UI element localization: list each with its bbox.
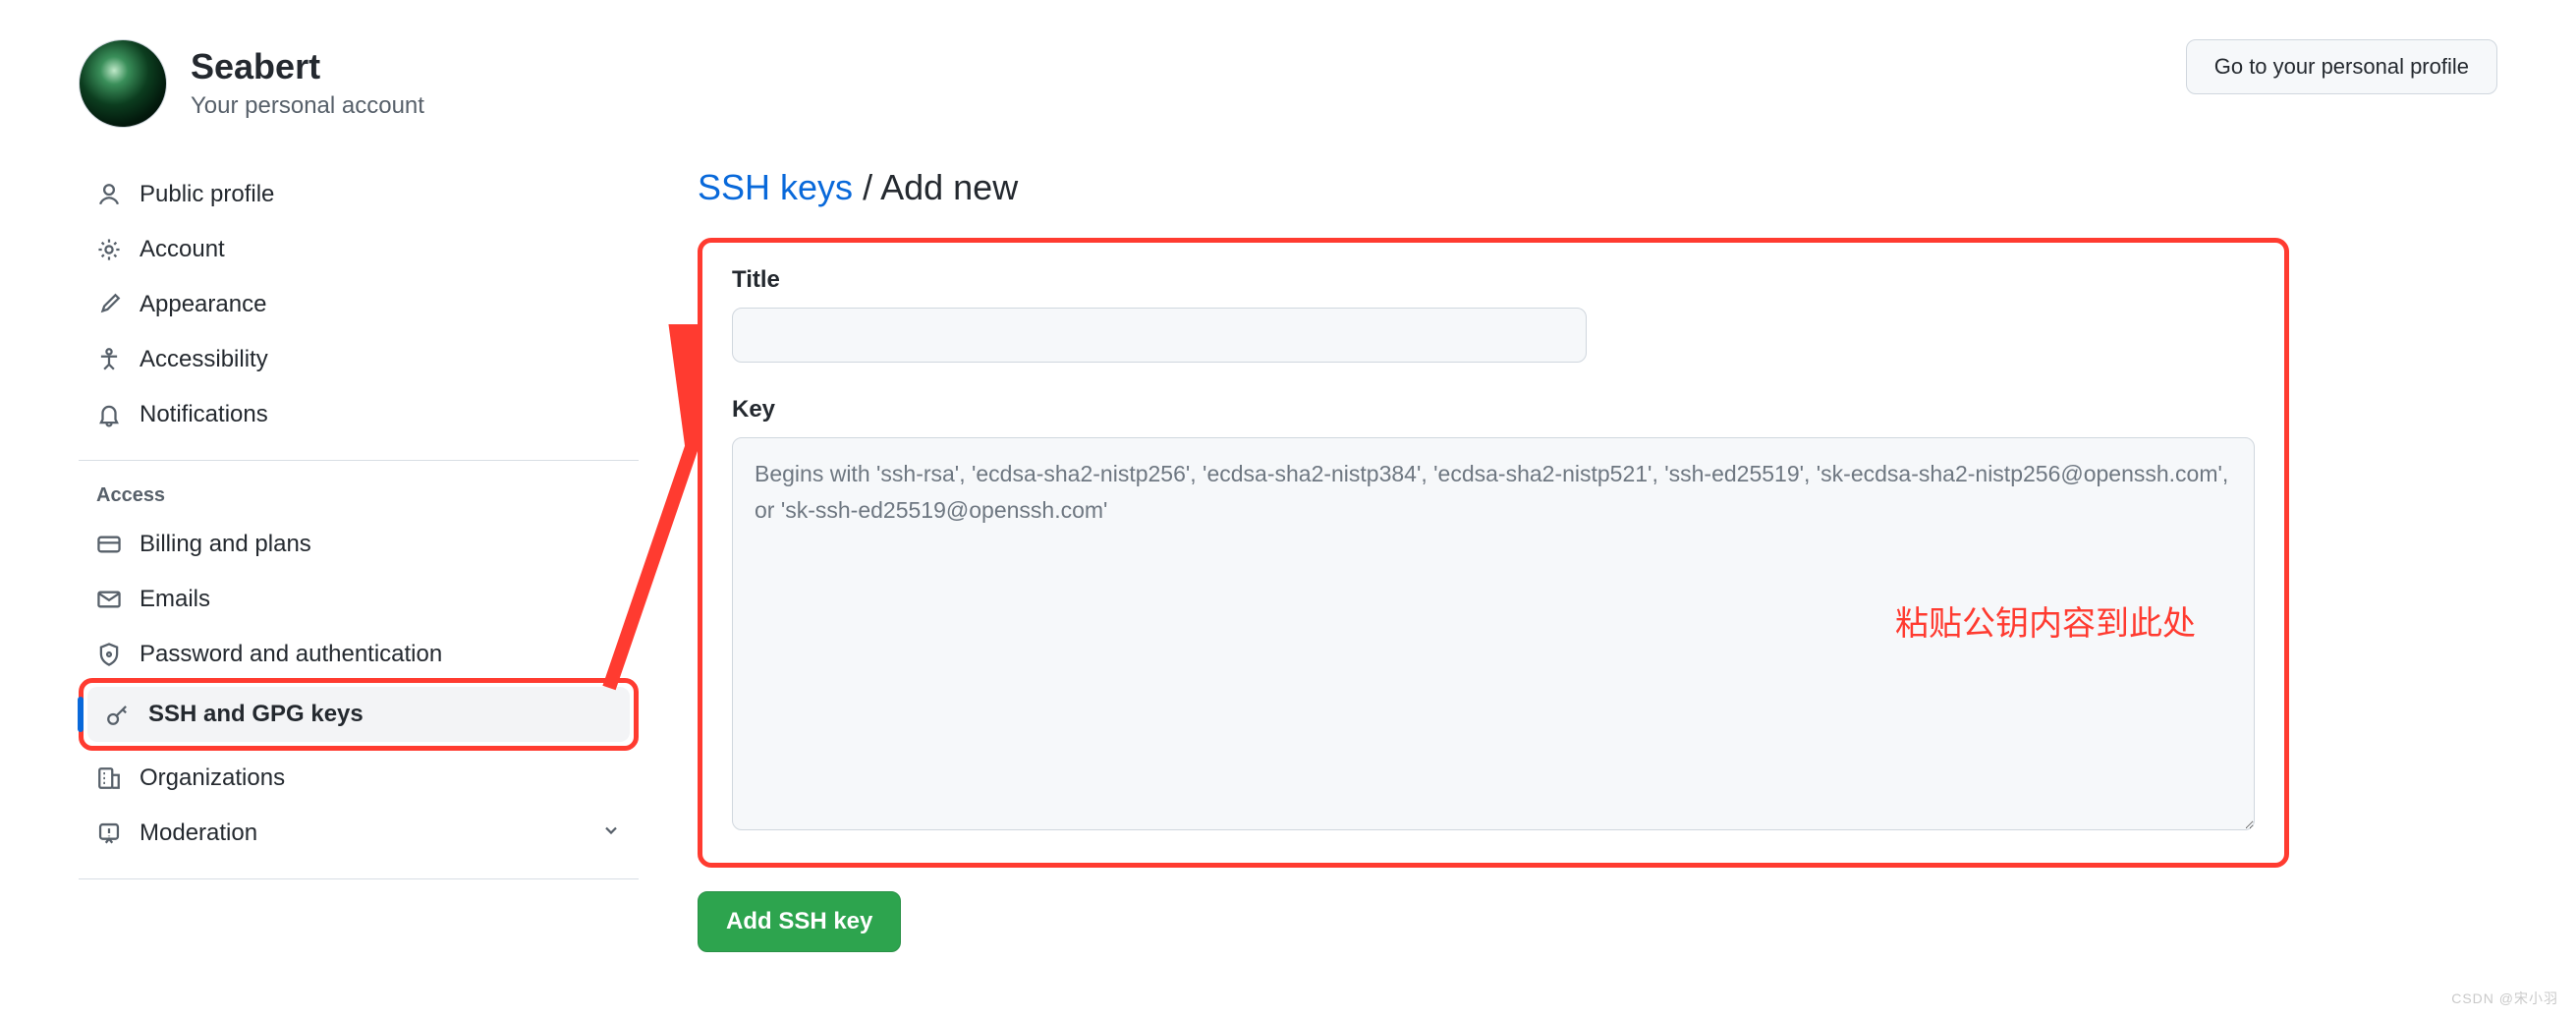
paintbrush-icon xyxy=(96,292,122,317)
shield-lock-icon xyxy=(96,642,122,667)
sidebar-item-ssh-keys[interactable]: SSH and GPG keys xyxy=(87,687,630,742)
sidebar-item-label: Public profile xyxy=(140,181,274,208)
form-highlight-annotation: Title Key 粘贴公钥内容到此处 xyxy=(698,238,2289,868)
sidebar-item-notifications[interactable]: Notifications xyxy=(79,387,639,442)
sidebar-item-label: Accessibility xyxy=(140,346,268,373)
report-icon xyxy=(96,820,122,846)
title-label: Title xyxy=(732,266,2255,294)
go-to-profile-button[interactable]: Go to your personal profile xyxy=(2186,39,2497,94)
breadcrumb-current: Add new xyxy=(880,167,1018,207)
accessibility-icon xyxy=(96,347,122,372)
sidebar-item-label: Password and authentication xyxy=(140,641,442,668)
title-input[interactable] xyxy=(732,308,1587,363)
user-subtitle: Your personal account xyxy=(191,92,424,120)
add-ssh-key-button[interactable]: Add SSH key xyxy=(698,891,901,952)
sidebar-item-emails[interactable]: Emails xyxy=(79,572,639,627)
person-icon xyxy=(96,182,122,207)
breadcrumb-link-ssh-keys[interactable]: SSH keys xyxy=(698,167,853,207)
sidebar-heading-access: Access xyxy=(79,479,639,517)
user-name: Seabert xyxy=(191,47,424,86)
sidebar-item-billing[interactable]: Billing and plans xyxy=(79,517,639,572)
sidebar-item-password[interactable]: Password and authentication xyxy=(79,627,639,682)
bell-icon xyxy=(96,402,122,427)
sidebar-item-label: Emails xyxy=(140,586,210,613)
sidebar-divider xyxy=(79,460,639,461)
sidebar-item-organizations[interactable]: Organizations xyxy=(79,751,639,806)
settings-sidebar: Public profile Account Appearance Access… xyxy=(79,167,639,897)
sidebar-item-moderation[interactable]: Moderation xyxy=(79,806,639,861)
sidebar-item-appearance[interactable]: Appearance xyxy=(79,277,639,332)
watermark-text: CSDN @宋小羽 xyxy=(2451,989,2558,1008)
sidebar-item-label: Moderation xyxy=(140,820,257,847)
key-icon xyxy=(105,702,131,727)
credit-card-icon xyxy=(96,532,122,557)
sidebar-item-label: Appearance xyxy=(140,291,266,318)
organization-icon xyxy=(96,765,122,791)
chevron-down-icon xyxy=(601,820,621,847)
key-label: Key xyxy=(732,396,2255,424)
sidebar-divider xyxy=(79,878,639,879)
breadcrumb: SSH keys / Add new xyxy=(698,167,2289,208)
sidebar-item-label: Billing and plans xyxy=(140,531,311,558)
breadcrumb-sep: / xyxy=(863,167,880,207)
mail-icon xyxy=(96,587,122,612)
main-content: SSH keys / Add new Title Key 粘贴公钥内容到此处 A… xyxy=(698,167,2289,952)
sidebar-item-label: Organizations xyxy=(140,764,285,792)
gear-icon xyxy=(96,237,122,262)
avatar[interactable] xyxy=(79,39,167,128)
paste-annotation-text: 粘贴公钥内容到此处 xyxy=(1895,596,2196,645)
sidebar-item-account[interactable]: Account xyxy=(79,222,639,277)
sidebar-highlight-annotation: SSH and GPG keys xyxy=(79,678,639,751)
sidebar-item-accessibility[interactable]: Accessibility xyxy=(79,332,639,387)
sidebar-item-label: Account xyxy=(140,236,225,263)
sidebar-item-label: SSH and GPG keys xyxy=(148,701,364,728)
user-header: Seabert Your personal account xyxy=(79,39,424,128)
sidebar-item-public-profile[interactable]: Public profile xyxy=(79,167,639,222)
sidebar-item-label: Notifications xyxy=(140,401,268,428)
